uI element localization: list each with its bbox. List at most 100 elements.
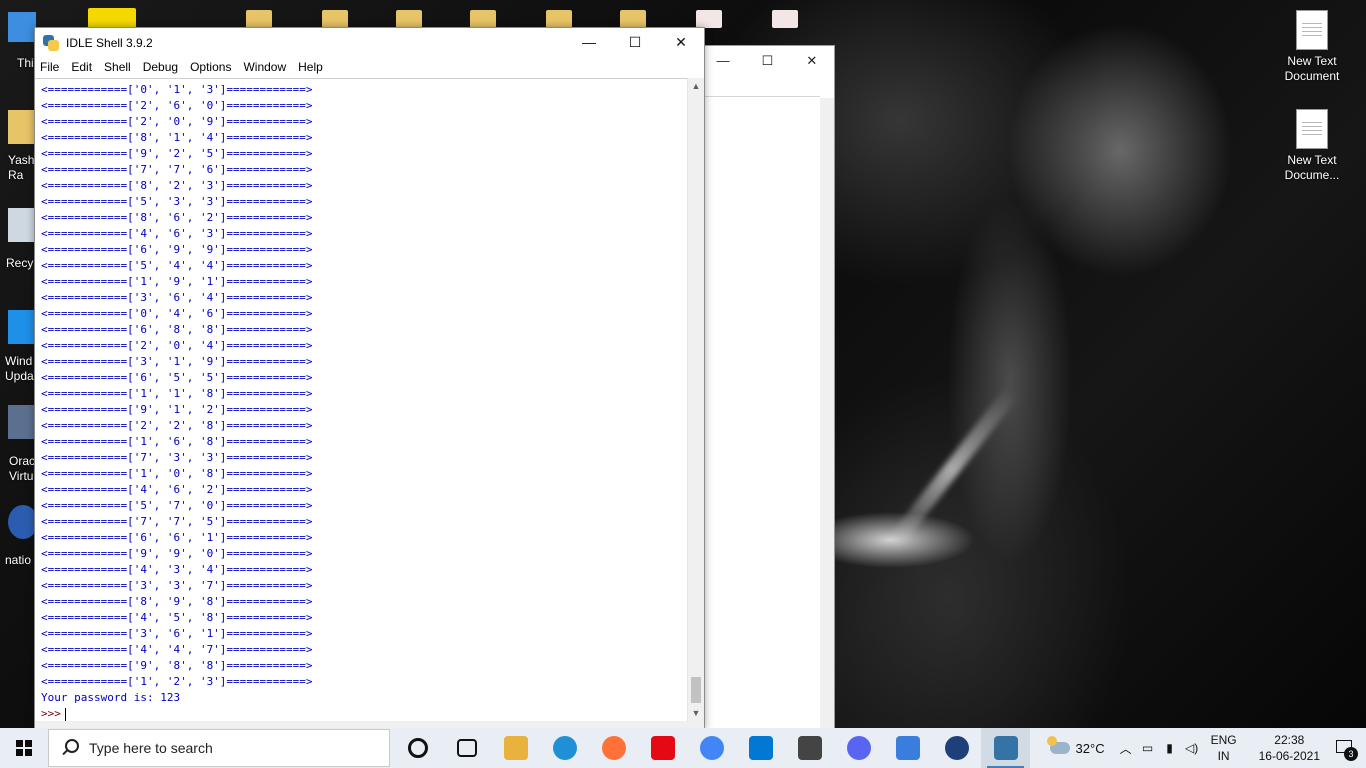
desktop-icon-oracle-virtualbox[interactable]: Orac Virtu: [0, 405, 36, 484]
output-line: <============['6', '9', '9']============…: [41, 243, 313, 256]
password-result-line: Your password is: 123: [41, 691, 181, 704]
folder-icon[interactable]: [470, 10, 496, 28]
output-line: <============['7', '3', '3']============…: [41, 451, 313, 464]
weather-temperature: 32°C: [1075, 740, 1105, 756]
vertical-scrollbar[interactable]: ▲ ▼: [687, 78, 704, 721]
title-bar[interactable]: IDLE Shell 3.9.2 — ☐ ✕: [35, 28, 704, 57]
edge-icon[interactable]: [540, 728, 589, 768]
netflix-icon[interactable]: [638, 728, 687, 768]
taskbar-search-box[interactable]: Type here to search: [48, 729, 390, 767]
output-line: <============['9', '1', '2']============…: [41, 403, 313, 416]
network-icon[interactable]: ▭: [1137, 741, 1159, 755]
desktop-icon-this-pc[interactable]: Thi: [0, 12, 36, 71]
output-line: <============['6', '5', '5']============…: [41, 371, 313, 384]
output-line: <============['8', '6', '2']============…: [41, 211, 313, 224]
output-line: <============['7', '7', '6']============…: [41, 163, 313, 176]
maximize-button[interactable]: ☐: [612, 28, 658, 57]
widgets-icon-glyph: [456, 739, 477, 757]
task-view-icon[interactable]: [393, 728, 442, 768]
pdf-file-icon[interactable]: [772, 10, 798, 28]
close-button[interactable]: ✕: [658, 28, 704, 57]
desktop-icon-windows-update[interactable]: Wind Upda: [0, 310, 36, 384]
paper-plane-app-icon[interactable]: [932, 728, 981, 768]
minimize-button[interactable]: —: [701, 46, 745, 76]
chrome-icon[interactable]: [687, 728, 736, 768]
output-line: <============['3', '6', '4']============…: [41, 291, 313, 304]
shell-text-area[interactable]: <============['0', '1', '3']============…: [35, 78, 688, 721]
app-shortcut-icon[interactable]: [88, 8, 136, 28]
taskbar: Type here to search 32°C ︿ ▭ ▮ ◁) ENG IN…: [0, 728, 1366, 768]
desktop-icon-yash[interactable]: Yash Ra: [0, 110, 36, 183]
virtualbox-icon: [8, 405, 36, 439]
store-icon-glyph: [797, 736, 822, 760]
weather-widget[interactable]: 32°C: [1046, 736, 1105, 756]
desktop-icon-national[interactable]: natio: [0, 505, 36, 568]
menu-help[interactable]: Help: [292, 60, 329, 74]
menu-options[interactable]: Options: [184, 60, 237, 74]
menu-edit[interactable]: Edit: [65, 60, 98, 74]
firefox-icon[interactable]: [589, 728, 638, 768]
discord-icon[interactable]: [834, 728, 883, 768]
text-document-icon: [1296, 109, 1328, 149]
w-app-icon[interactable]: [883, 728, 932, 768]
output-line: <============['1', '1', '8']============…: [41, 387, 313, 400]
python-idle-icon[interactable]: [981, 728, 1030, 768]
output-line: <============['2', '0', '9']============…: [41, 115, 313, 128]
paper-plane-app-icon-glyph: [944, 736, 969, 760]
folder-icon[interactable]: [246, 10, 272, 28]
menu-file[interactable]: File: [35, 60, 65, 74]
clock[interactable]: 22:38 16-06-2021: [1259, 732, 1320, 764]
shell-prompt: >>>: [41, 707, 61, 720]
folder-icon[interactable]: [546, 10, 572, 28]
store-icon[interactable]: [785, 728, 834, 768]
output-line: <============['1', '6', '8']============…: [41, 435, 313, 448]
monitor-icon: [8, 12, 36, 42]
file-explorer-icon[interactable]: [491, 728, 540, 768]
desktop-icon-recycle-bin[interactable]: Recy: [0, 208, 36, 271]
menu-window[interactable]: Window: [237, 60, 292, 74]
start-button[interactable]: [0, 728, 48, 768]
pdf-file-icon[interactable]: [696, 10, 722, 28]
menu-debug[interactable]: Debug: [137, 60, 184, 74]
output-line: <============['9', '8', '8']============…: [41, 659, 313, 672]
edge-icon-glyph: [552, 736, 577, 760]
menu-shell[interactable]: Shell: [98, 60, 137, 74]
chevron-up-icon[interactable]: ︿: [1115, 740, 1137, 757]
firefox-icon-glyph: [601, 736, 626, 760]
folder-icon[interactable]: [322, 10, 348, 28]
divider: [701, 96, 820, 97]
folder-icon: [8, 110, 36, 144]
speaker-icon[interactable]: ◁): [1181, 741, 1203, 755]
windows-update-icon: [8, 310, 36, 344]
folder-icon[interactable]: [396, 10, 422, 28]
folder-icon[interactable]: [620, 10, 646, 28]
maximize-button[interactable]: ☐: [745, 46, 789, 76]
output-line: <============['6', '6', '1']============…: [41, 531, 313, 544]
battery-icon[interactable]: ▮: [1159, 741, 1181, 755]
language-indicator[interactable]: ENG IN: [1211, 732, 1237, 764]
scroll-thumb[interactable]: [691, 677, 701, 703]
output-line: <============['5', '7', '0']============…: [41, 499, 313, 512]
desktop-icon-new-text-document-2[interactable]: New Text Docume...: [1277, 109, 1347, 183]
background-window[interactable]: — ☐ ✕: [700, 45, 835, 730]
minimize-button[interactable]: —: [566, 28, 612, 57]
idle-shell-window[interactable]: IDLE Shell 3.9.2 — ☐ ✕ File Edit Shell D…: [34, 27, 705, 730]
output-line: <============['0', '4', '6']============…: [41, 307, 313, 320]
desktop-icon-new-text-document[interactable]: New Text Document: [1277, 10, 1347, 84]
task-view-icon-glyph: [407, 738, 428, 758]
notification-center-icon[interactable]: 3: [1332, 735, 1358, 761]
scroll-up-arrow-icon[interactable]: ▲: [688, 78, 704, 94]
prompt-line[interactable]: >>>: [41, 706, 313, 721]
region-code: IN: [1217, 749, 1230, 763]
shell-output: <============['0', '1', '3']============…: [41, 82, 313, 721]
close-button[interactable]: ✕: [790, 46, 834, 76]
chrome-icon-glyph: [699, 736, 724, 760]
output-line: <============['9', '9', '0']============…: [41, 547, 313, 560]
vscode-icon[interactable]: [736, 728, 785, 768]
recycle-bin-icon: [8, 208, 36, 242]
output-line: <============['8', '1', '4']============…: [41, 131, 313, 144]
vertical-scrollbar[interactable]: [820, 98, 834, 729]
scroll-down-arrow-icon[interactable]: ▼: [688, 705, 704, 721]
widgets-icon[interactable]: [442, 728, 491, 768]
clock-date: 16-06-2021: [1258, 749, 1320, 763]
